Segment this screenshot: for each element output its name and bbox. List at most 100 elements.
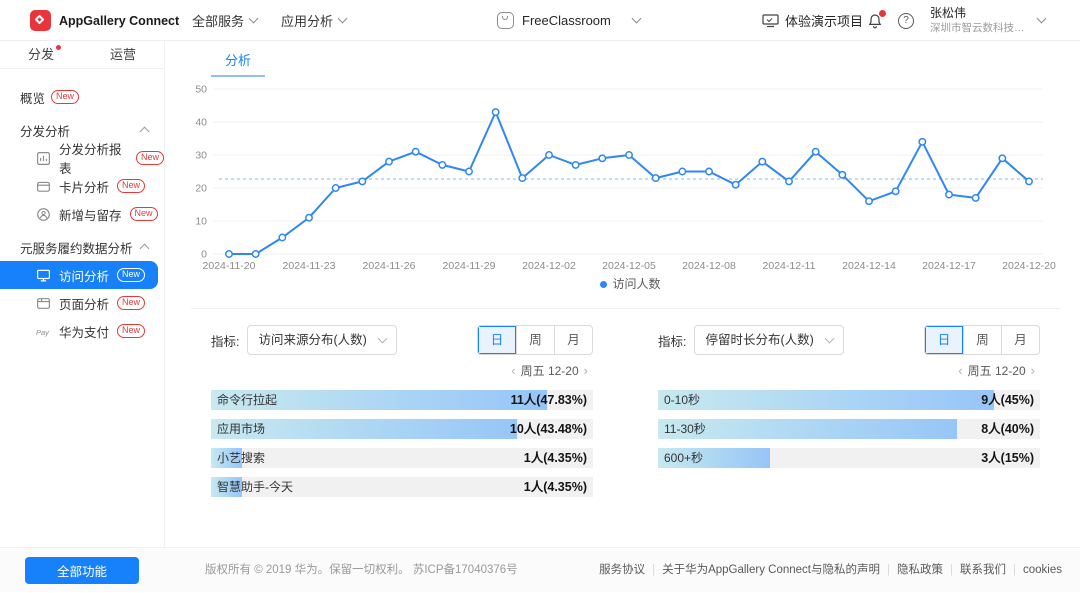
metric-select[interactable]: 访问来源分布(人数) xyxy=(247,325,397,355)
sidebar-tab-operation[interactable]: 运营 xyxy=(82,41,164,68)
red-dot xyxy=(56,45,61,50)
granularity-tab[interactable]: 月 xyxy=(554,326,592,354)
sidebar-item-distribution-report[interactable]: 分发分析报表New xyxy=(0,144,164,172)
svg-text:0: 0 xyxy=(201,249,207,261)
group-label: 分发分析 xyxy=(20,121,70,140)
sidebar-item-new-and-retention[interactable]: 新增与留存 New xyxy=(0,200,164,228)
sidebar-item-label: 概览 xyxy=(20,88,45,107)
metric-panels: 指标: 访问来源分布(人数) 日周月 ‹周五 12-20› 命令行拉起11人(4… xyxy=(211,325,1040,506)
granularity-tabs: 日周月 xyxy=(924,325,1040,355)
footer-link[interactable]: 隐私政策 xyxy=(897,564,943,576)
bar-value: 1人(4.35%) xyxy=(524,477,587,497)
bar-row: 应用市场 10人(43.48%) xyxy=(211,419,593,439)
notification-dot xyxy=(879,10,886,17)
metric-label: 指标: xyxy=(658,331,686,350)
bar-list: 0-10秒 9人(45%) 11-30秒8人(40%) 600+秒3人(15%) xyxy=(658,390,1040,468)
svg-text:20: 20 xyxy=(195,183,207,195)
bar-value: 8人(40%) xyxy=(981,419,1034,439)
new-badge: New xyxy=(130,207,158,221)
granularity-tab[interactable]: 周 xyxy=(516,326,554,354)
granularity-tab[interactable]: 月 xyxy=(1001,326,1039,354)
bar-label: 智慧助手-今天 xyxy=(217,477,293,497)
next-date-arrow[interactable]: › xyxy=(1026,363,1040,378)
sidebar-item-huawei-pay[interactable]: Pay 华为支付 New xyxy=(0,317,164,345)
monitor-icon xyxy=(36,268,51,283)
bar-row: 600+秒3人(15%) xyxy=(658,448,1040,468)
chevron-down-icon xyxy=(825,334,835,344)
app-selector[interactable]: FreeClassroom xyxy=(497,0,640,41)
tab-analysis[interactable]: 分析 xyxy=(211,41,265,77)
new-badge: New xyxy=(51,90,79,104)
footer-link[interactable]: 关于华为AppGallery Connect与隐私的声明 xyxy=(662,564,880,576)
sidebar-item-label: 分发分析报表 xyxy=(59,139,128,177)
question-icon: ? xyxy=(898,13,914,29)
pay-icon: Pay xyxy=(36,324,51,339)
menu-app-analysis[interactable]: 应用分析 xyxy=(281,0,346,41)
panel-stay-duration: 指标: 停留时长分布(人数) 日周月 ‹周五 12-20› 0-10秒9人(45… xyxy=(658,325,1040,506)
sidebar-item-label: 访问分析 xyxy=(59,266,109,285)
sidebar-item-label: 新增与留存 xyxy=(59,205,122,224)
user-account[interactable]: 张松伟 深圳市智云数科技术有限... xyxy=(930,5,1034,35)
bar-value: 9人(45%) xyxy=(981,390,1034,410)
new-badge: New xyxy=(117,324,145,338)
bar-label: 小艺搜索 xyxy=(217,448,265,468)
metric-label: 指标: xyxy=(211,331,239,350)
appgallery-logo[interactable]: AppGallery Connect xyxy=(30,0,179,41)
bar-value: 10人(43.48%) xyxy=(510,419,587,439)
sidebar-item-atomic-service-group[interactable]: 元服务履约数据分析 xyxy=(0,233,164,261)
help-button[interactable]: ? xyxy=(898,0,914,41)
sidebar-item-label: 华为支付 xyxy=(59,322,109,341)
granularity-tab[interactable]: 周 xyxy=(963,326,1001,354)
bar-fill xyxy=(658,390,994,410)
report-icon xyxy=(36,151,51,166)
prev-date-arrow[interactable]: ‹ xyxy=(506,363,520,378)
separator: | xyxy=(1013,564,1016,576)
bar-label: 600+秒 xyxy=(664,448,703,468)
appgallery-logo-icon xyxy=(30,10,51,31)
new-badge: New xyxy=(117,179,145,193)
granularity-tab[interactable]: 日 xyxy=(925,326,963,354)
svg-text:2024-12-08: 2024-12-08 xyxy=(682,260,736,272)
bar-label: 0-10秒 xyxy=(664,390,700,410)
svg-text:2024-12-14: 2024-12-14 xyxy=(842,260,896,272)
sidebar-tab-distribution[interactable]: 分发 xyxy=(0,41,82,68)
top-header: AppGallery Connect 全部服务 应用分析 FreeClassro… xyxy=(0,0,1080,41)
demo-project-button[interactable]: 体验演示项目 xyxy=(762,0,863,41)
bar-row: 11-30秒8人(40%) xyxy=(658,419,1040,439)
footer-link[interactable]: 联系我们 xyxy=(960,564,1006,576)
separator: | xyxy=(652,564,655,576)
next-date-arrow[interactable]: › xyxy=(579,363,593,378)
sidebar-item-access-analysis[interactable]: 访问分析 New xyxy=(0,261,158,289)
bar-list: 命令行拉起11人(47.83%)应用市场10人(43.48%)小艺搜索1人(4.… xyxy=(211,390,593,497)
sidebar-item-page-analysis[interactable]: 页面分析New xyxy=(0,289,164,317)
metric-select[interactable]: 停留时长分布(人数) xyxy=(694,325,844,355)
line-chart-svg: 010203040502024-11-202024-11-232024-11-2… xyxy=(191,79,1071,272)
date-navigator: ‹周五 12-20› xyxy=(211,362,593,379)
bar-row: 0-10秒 9人(45%) xyxy=(658,390,1040,410)
sidebar-item-overview[interactable]: 概览 New xyxy=(0,83,164,111)
user-menu-chevron[interactable] xyxy=(1038,0,1045,41)
menu-all-services[interactable]: 全部服务 xyxy=(192,0,257,41)
footer-link[interactable]: 服务协议 xyxy=(599,564,645,576)
svg-text:2024-12-11: 2024-12-11 xyxy=(763,260,816,272)
new-badge: New xyxy=(117,268,145,282)
svg-text:40: 40 xyxy=(195,117,207,129)
notifications-button[interactable] xyxy=(866,0,884,41)
footer-link[interactable]: cookies xyxy=(1023,564,1062,576)
svg-text:30: 30 xyxy=(195,150,207,162)
bar-row: 小艺搜索1人(4.35%) xyxy=(211,448,593,468)
svg-text:50: 50 xyxy=(195,84,207,96)
svg-text:2024-12-20: 2024-12-20 xyxy=(1002,260,1056,272)
sidebar-menu: 概览New分发分析分发分析报表New卡片分析New新增与留存New元服务履约数据… xyxy=(0,69,164,345)
app-icon xyxy=(497,12,514,29)
user-name: 张松伟 xyxy=(930,5,1034,21)
all-features-button[interactable]: 全部功能 xyxy=(25,557,139,584)
svg-text:2024-12-17: 2024-12-17 xyxy=(922,260,976,272)
granularity-tab[interactable]: 日 xyxy=(478,326,516,354)
bar-label: 应用市场 xyxy=(217,419,265,439)
sidebar-item-card-analysis[interactable]: 卡片分析New xyxy=(0,172,164,200)
chart-legend[interactable]: 访问人数 xyxy=(191,275,1070,292)
sidebar-item-label: 页面分析 xyxy=(59,294,109,313)
prev-date-arrow[interactable]: ‹ xyxy=(953,363,967,378)
app-selector-value: FreeClassroom xyxy=(522,13,611,28)
